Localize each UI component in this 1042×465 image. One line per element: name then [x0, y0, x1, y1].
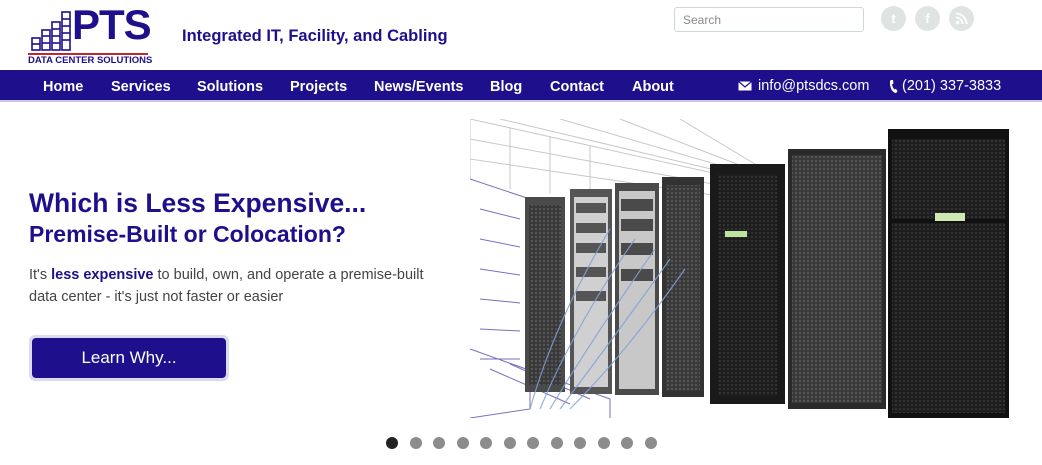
pts-logo[interactable]: PTS DATA CENTER SOLUTIONS [28, 2, 153, 66]
nav-item-contact[interactable]: Contact [550, 70, 604, 102]
main-nav: Home Services Solutions Projects News/Ev… [0, 70, 1042, 102]
search-input[interactable] [674, 7, 864, 32]
slider-dot[interactable] [597, 437, 610, 449]
nav-item-solutions[interactable]: Solutions [197, 70, 263, 102]
twitter-glyph: t [891, 11, 896, 26]
data-center-illustration [470, 119, 1009, 418]
logo-wordmark: PTS [72, 1, 152, 48]
facebook-icon[interactable]: f [915, 6, 940, 31]
nav-item-about[interactable]: About [632, 70, 674, 102]
slider-dot[interactable] [456, 437, 469, 449]
logo-subtitle: DATA CENTER SOLUTIONS [28, 55, 153, 66]
slider-dot[interactable] [574, 437, 586, 449]
nav-item-services[interactable]: Services [111, 70, 171, 102]
nav-item-home[interactable]: Home [43, 70, 83, 102]
hero-image [470, 119, 1009, 418]
envelope-icon [738, 81, 752, 91]
slider-dot[interactable] [527, 437, 539, 449]
hero-body-prefix: It's [29, 267, 52, 283]
slider-dot[interactable] [550, 437, 563, 449]
phone-icon [888, 79, 898, 94]
learn-why-button[interactable]: Learn Why... [32, 338, 226, 378]
facebook-glyph: f [925, 11, 930, 26]
slider-dot[interactable] [503, 437, 516, 449]
phone-number: (201) 337-3833 [902, 78, 1002, 94]
hero-title: Which is Less Expensive... [29, 188, 367, 218]
slider-dot[interactable] [386, 437, 398, 449]
email-address: info@ptsdcs.com [758, 78, 870, 94]
nav-item-blog[interactable]: Blog [490, 70, 522, 102]
hero-subtitle: Premise-Built or Colocation? [29, 221, 346, 247]
slider-pagination [386, 437, 657, 449]
twitter-icon[interactable]: t [881, 6, 906, 31]
slider-dot[interactable] [621, 437, 633, 449]
slider-dot[interactable] [644, 437, 657, 449]
hero-body: It's less expensive to build, own, and o… [29, 264, 449, 308]
hero-body-highlight[interactable]: less expensive [51, 267, 153, 283]
nav-item-news-events[interactable]: News/Events [374, 70, 463, 102]
rss-glyph [955, 12, 968, 25]
slider-dot[interactable] [409, 437, 422, 449]
learn-why-button-frame: Learn Why... [29, 335, 229, 381]
nav-item-projects[interactable]: Projects [290, 70, 347, 102]
slider-dot[interactable] [433, 437, 445, 449]
email-link[interactable]: info@ptsdcs.com [738, 70, 869, 102]
phone-link[interactable]: (201) 337-3833 [888, 70, 1001, 102]
logo-bars-graphic [31, 11, 71, 51]
site-tagline: Integrated IT, Facility, and Cabling [182, 27, 448, 45]
slider-dot[interactable] [480, 437, 492, 449]
rss-icon[interactable] [949, 6, 974, 31]
